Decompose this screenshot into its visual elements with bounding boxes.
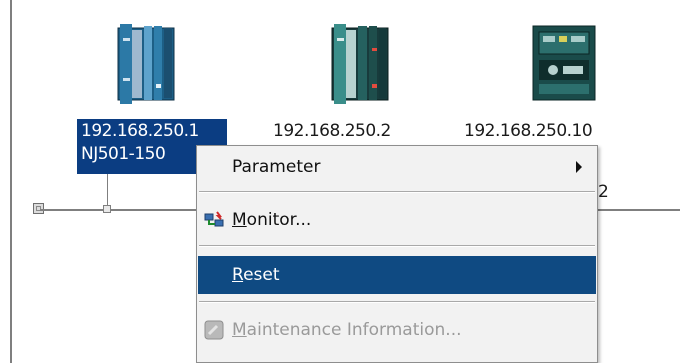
menu-item-maintenance-information[interactable]: Maintenance Information... (198, 311, 596, 349)
menu-item-mnemonic: M (232, 320, 247, 340)
device-icon-2[interactable] (326, 18, 394, 114)
context-menu: Parameter Monitor... Reset Maintenance I… (196, 145, 598, 363)
terminal-icon (532, 25, 596, 101)
bus-node[interactable] (103, 205, 111, 213)
menu-separator (199, 245, 595, 247)
controller-icon (331, 24, 389, 104)
menu-item-mnemonic: M (232, 210, 247, 230)
network-configurator-view: 192.168.250.1 NJ501-150 192.168.250.2 19… (0, 0, 680, 363)
device-icon-1[interactable] (112, 18, 180, 114)
menu-separator (199, 191, 595, 193)
controller-icon (117, 24, 175, 104)
menu-item-label-rest: aintenance Information... (246, 320, 462, 340)
device-ip-label[interactable]: 192.168.250.10 (464, 121, 593, 141)
menu-item-mnemonic: R (232, 265, 244, 285)
submenu-arrow-icon (576, 161, 582, 173)
device-model-label-partial: 2 (598, 182, 609, 202)
monitor-icon (204, 211, 224, 227)
menu-item-label-rest: onitor... (246, 210, 312, 230)
menu-item-reset[interactable]: Reset (198, 256, 596, 294)
menu-separator (199, 301, 595, 303)
menu-item-label: Monitor... (232, 210, 311, 230)
maintenance-icon (204, 320, 224, 340)
device-ip-label[interactable]: 192.168.250.2 (273, 121, 391, 141)
menu-item-label: Maintenance Information... (232, 320, 462, 340)
pane-divider[interactable] (10, 0, 12, 363)
menu-item-monitor[interactable]: Monitor... (198, 201, 596, 239)
device-icon-3[interactable] (527, 18, 603, 114)
device-model-label: NJ501-150 (81, 144, 166, 164)
menu-item-label: Reset (232, 265, 280, 285)
menu-item-label-rest: eset (243, 265, 280, 285)
device-drop-line (107, 174, 108, 208)
menu-item-label: Parameter (232, 157, 321, 177)
device-ip-label: 192.168.250.1 (81, 121, 199, 141)
menu-item-parameter[interactable]: Parameter (198, 148, 596, 186)
